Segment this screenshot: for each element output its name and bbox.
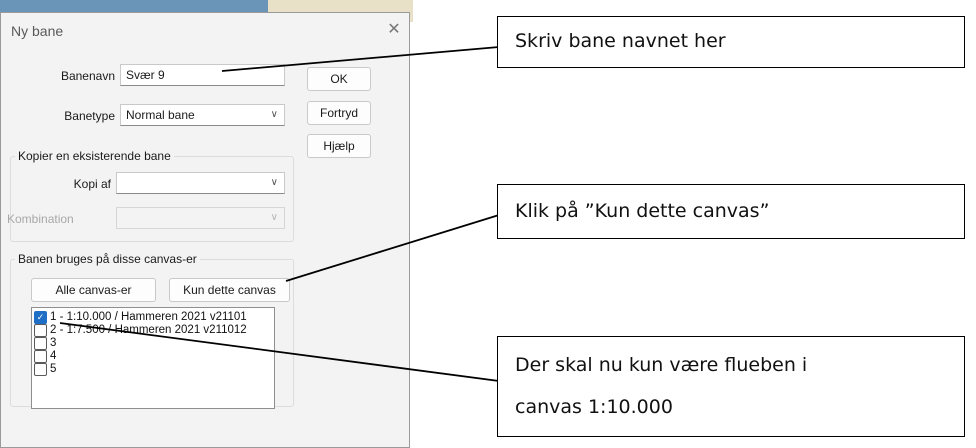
callout-canvas: Klik på ”Kun dette canvas”	[497, 184, 965, 239]
callout-name-text: Skriv bane navnet her	[515, 30, 726, 52]
callout-name: Skriv bane navnet her	[497, 16, 965, 68]
callout-check-line2: canvas 1:10.000	[515, 396, 673, 418]
callout-canvas-text: Klik på ”Kun dette canvas”	[515, 200, 770, 222]
callout-check-line1: Der skal nu kun være flueben i	[515, 354, 808, 376]
callout-check: Der skal nu kun være flueben i canvas 1:…	[497, 336, 965, 437]
